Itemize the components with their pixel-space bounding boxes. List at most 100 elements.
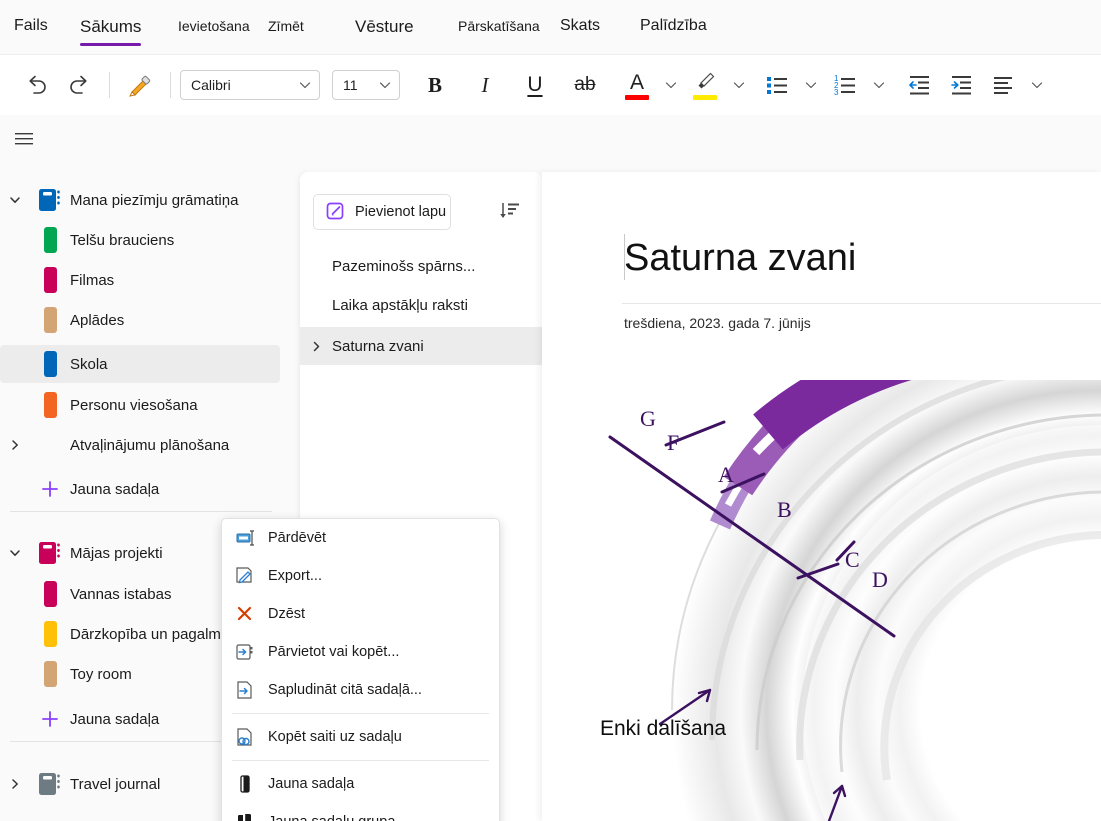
note-content-area[interactable]: Saturna zvani trešdiena, 2023. gada 7. j… (542, 172, 1101, 821)
section-aplades[interactable]: Aplādes (0, 301, 280, 339)
section-color-icon (30, 227, 70, 253)
section-group-atvalinajumu-planosana[interactable]: Atvaļinājumu plānošana (0, 426, 280, 464)
strikethrough-button[interactable]: ab (564, 64, 606, 106)
format-painter-button[interactable] (119, 64, 161, 106)
marker-pen-icon (693, 70, 717, 94)
section-color-icon (30, 661, 70, 687)
new-group-icon (234, 811, 256, 821)
notebook-label: Mana piezīmju grāmatiņa (70, 192, 238, 209)
chevron-down-icon (377, 77, 393, 93)
undo-button[interactable] (16, 64, 58, 106)
tab-sakums[interactable]: Sākums (80, 0, 141, 54)
export-icon (234, 565, 256, 587)
page-label: Saturna zvani (332, 338, 424, 355)
decrease-indent-icon (906, 72, 932, 98)
strikethrough-label: ab (574, 74, 595, 96)
saturn-rings-illustration: G F A B C D Enki dalīšana (542, 380, 1101, 821)
ring-label-a: A (718, 462, 734, 488)
delete-icon (234, 603, 256, 625)
hamburger-icon (13, 128, 35, 150)
context-menu-separator (232, 760, 489, 761)
plus-icon (30, 480, 70, 498)
font-color-button[interactable]: A (616, 64, 658, 106)
notebook-icon (30, 187, 70, 213)
tab-vesture[interactable]: Vēsture (355, 0, 414, 54)
highlight-swatch (693, 95, 717, 100)
highlight-icon (689, 68, 721, 102)
context-menu-item-move-copy[interactable]: Pārvietot vai kopēt... (222, 633, 499, 671)
saturn-image (542, 380, 1101, 821)
underline-label: U (527, 73, 542, 97)
bullets-dropdown[interactable] (798, 64, 824, 106)
bullet-list-icon (764, 72, 790, 98)
page-item-saturna-zvani[interactable]: Saturna zvani (300, 327, 542, 365)
bullets-button[interactable] (756, 64, 798, 106)
italic-label: I (482, 73, 489, 98)
tab-palidziba[interactable]: Palīdzība (640, 0, 707, 54)
decrease-indent-button[interactable] (898, 64, 940, 106)
copy-link-icon (234, 726, 256, 748)
numbering-button[interactable]: 1 2 3 (824, 64, 866, 106)
onenote-window: Fails Sākums Ievietošana Zīmēt Vēsture P… (0, 0, 1101, 821)
context-menu-item-merge[interactable]: Sapludināt citā sadaļā... (222, 671, 499, 709)
context-menu-item-delete[interactable]: Dzēst (222, 595, 499, 633)
align-dropdown[interactable] (1024, 64, 1050, 106)
context-menu-item-rename[interactable]: Pārdēvēt (222, 519, 499, 557)
italic-button[interactable]: I (464, 64, 506, 106)
workspace: Mana piezīmju grāmatiņa Telšu brauciens … (0, 163, 1101, 821)
context-menu-item-copy-link[interactable]: Kopēt saiti uz sadaļu (222, 718, 499, 756)
context-menu-item-new-section[interactable]: Jauna sadaļa (222, 765, 499, 803)
font-size-select[interactable]: 11 (332, 70, 400, 100)
tab-ievietosana[interactable]: Ievietošana (178, 0, 250, 54)
tab-parskatisana[interactable]: Pārskatīšana (458, 0, 540, 54)
navigation-toggle-button[interactable] (10, 125, 38, 153)
chevron-down-icon (0, 546, 30, 560)
tab-zimet[interactable]: Zīmēt (268, 0, 304, 54)
section-telsu-brauciens[interactable]: Telšu brauciens (0, 221, 280, 259)
active-tab-underline (80, 43, 141, 46)
font-color-dropdown[interactable] (658, 64, 684, 106)
section-filmas[interactable]: Filmas (0, 261, 280, 299)
plus-icon (30, 710, 70, 728)
chevron-down-icon (297, 77, 313, 93)
page-date[interactable]: trešdiena, 2023. gada 7. jūnijs (624, 315, 811, 331)
sidebar-divider (10, 511, 272, 512)
section-label: Skola (70, 356, 108, 373)
context-menu-label: Kopēt saiti uz sadaļu (268, 729, 402, 745)
notebook-mana-piezimju-gramatina[interactable]: Mana piezīmju grāmatiņa (0, 181, 280, 219)
section-label: Vannas istabas (70, 586, 171, 603)
tab-skats[interactable]: Skats (560, 0, 600, 54)
tab-fails[interactable]: Fails (14, 0, 48, 54)
context-menu-item-export[interactable]: Export... (222, 557, 499, 595)
new-page-icon (325, 201, 347, 223)
numbering-dropdown[interactable] (866, 64, 892, 106)
section-personu-viesosana[interactable]: Personu viesošana (0, 386, 280, 424)
new-section-button-1[interactable]: Jauna sadaļa (0, 470, 280, 508)
page-item-laika-apstaklu-raksti[interactable]: Laika apstākļu raksti (300, 286, 542, 324)
add-page-button[interactable]: Pievienot lapu (313, 194, 451, 230)
ring-label-f: F (667, 430, 679, 456)
new-section-label: Jauna sadaļa (70, 711, 159, 728)
bold-button[interactable]: B (414, 64, 456, 106)
align-button[interactable] (982, 64, 1024, 106)
context-menu-item-new-section-group[interactable]: Jauna sadaļu grupa (222, 803, 499, 821)
highlight-button[interactable] (684, 64, 726, 106)
sort-pages-button[interactable] (496, 198, 524, 226)
chevron-down-icon (663, 77, 679, 93)
increase-indent-button[interactable] (940, 64, 982, 106)
increase-indent-icon (948, 72, 974, 98)
highlight-dropdown[interactable] (726, 64, 752, 106)
context-menu-separator (232, 713, 489, 714)
section-label: Filmas (70, 272, 114, 289)
redo-button[interactable] (58, 64, 100, 106)
context-menu-label: Dzēst (268, 606, 305, 622)
section-skola[interactable]: Skola (0, 345, 280, 383)
page-title[interactable]: Saturna zvani (624, 237, 856, 280)
font-family-select[interactable]: Calibri (180, 70, 320, 100)
chevron-down-icon (0, 193, 30, 207)
underline-button[interactable]: U (514, 64, 556, 106)
sort-icon (499, 201, 521, 223)
notebook-label: Travel journal (70, 776, 160, 793)
page-item-pazeminoss-sparns[interactable]: Pazeminošs spārns... (300, 247, 542, 285)
section-color-icon (30, 267, 70, 293)
